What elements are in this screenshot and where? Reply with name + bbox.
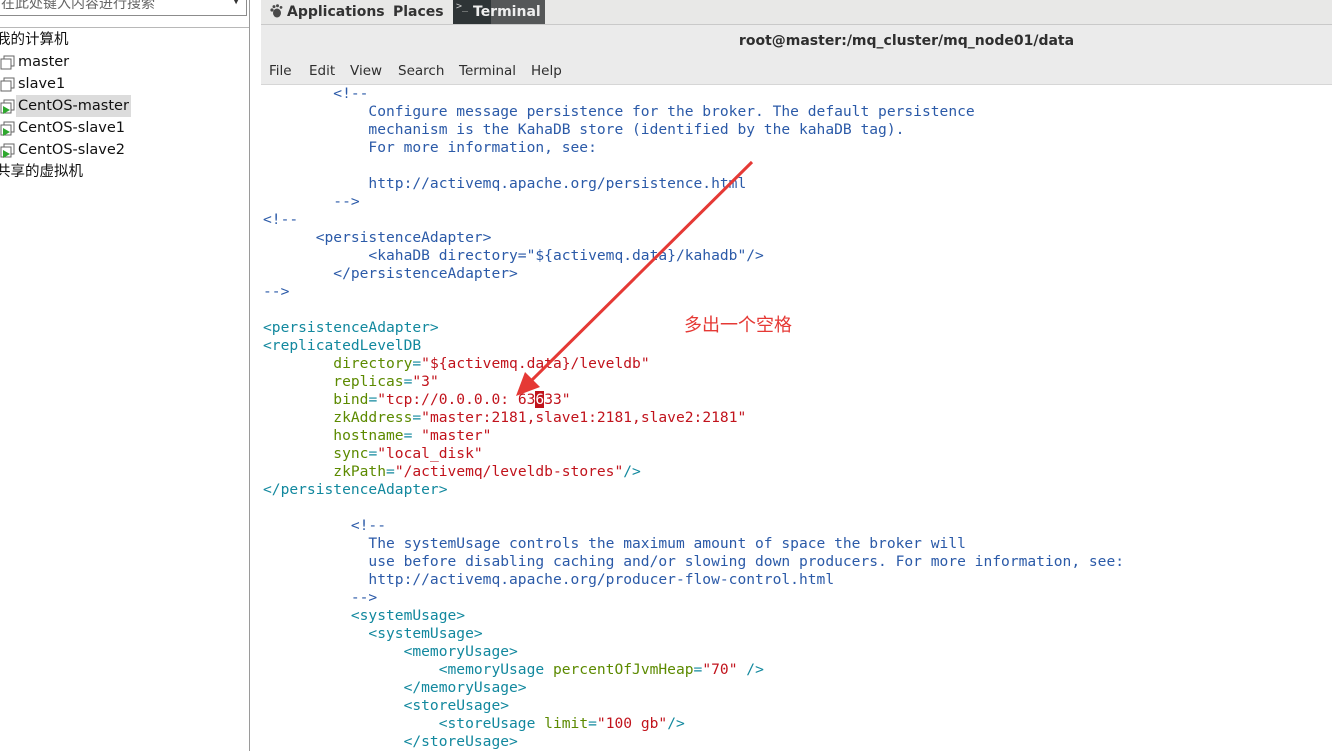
annotation-arrow xyxy=(516,160,754,396)
